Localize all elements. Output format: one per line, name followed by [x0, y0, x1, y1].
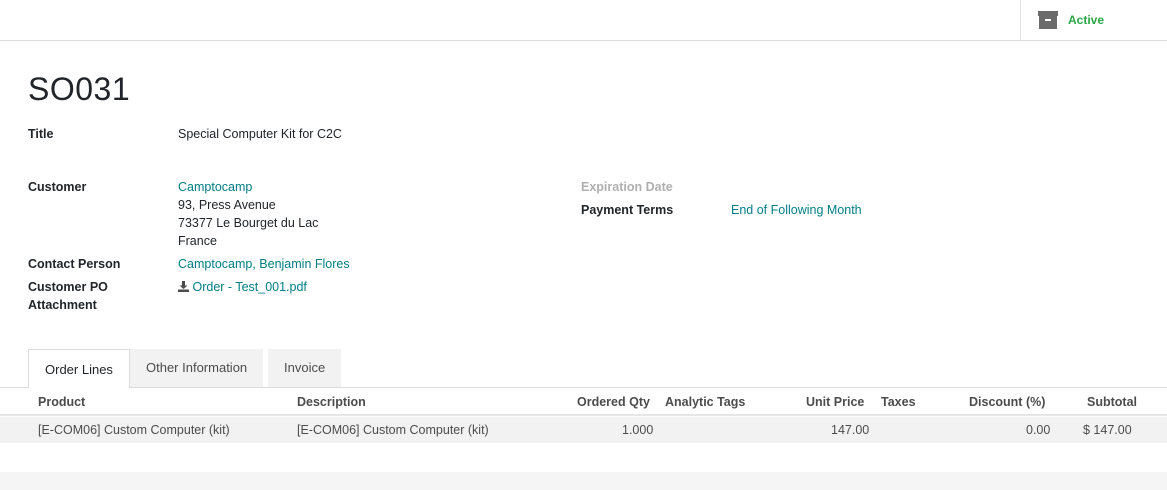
tab-other-information[interactable]: Other Information — [130, 349, 264, 387]
table-footer — [0, 472, 1167, 490]
title-field[interactable]: Special Computer Kit for C2C — [178, 125, 342, 143]
active-toggle-button[interactable]: Active — [1020, 0, 1167, 40]
contact-person-label: Contact Person — [28, 257, 121, 271]
cell-discount: 0.00 — [1026, 423, 1051, 437]
page-title: SO031 — [28, 71, 131, 107]
order-lines-header: Product Description Ordered Qty Analytic… — [0, 389, 1167, 416]
customer-po-label-line-1: Customer PO — [28, 280, 108, 294]
control-panel: Active — [0, 0, 1167, 41]
column-header-product[interactable]: Product — [38, 395, 85, 409]
po-attachment-filename: Order - Test_001.pdf — [192, 280, 307, 294]
payment-terms-label: Payment Terms — [581, 203, 674, 217]
cell-description: [E-COM06] Custom Computer (kit) — [297, 423, 489, 437]
cell-subtotal: $ 147.00 — [1083, 423, 1132, 437]
customer-address-line-3: France — [178, 234, 217, 248]
archive-icon — [1038, 11, 1058, 29]
download-icon — [178, 281, 189, 292]
contact-person-link[interactable]: Camptocamp, Benjamin Flores — [178, 255, 350, 273]
customer-address-line-1: 93, Press Avenue — [178, 198, 276, 212]
customer-label: Customer — [28, 180, 87, 194]
customer-link[interactable]: Camptocamp — [178, 178, 252, 196]
tab-invoice[interactable]: Invoice — [268, 349, 342, 387]
expiration-date-label: Expiration Date — [581, 180, 673, 194]
column-header-taxes[interactable]: Taxes — [881, 395, 916, 409]
column-header-unit-price[interactable]: Unit Price — [806, 395, 864, 409]
cell-product: [E-COM06] Custom Computer (kit) — [38, 423, 230, 437]
notebook-tabs: Order Lines Other Information Invoice — [0, 349, 1167, 389]
customer-address-line-2: 73377 Le Bourget du Lac — [178, 216, 319, 230]
column-header-description[interactable]: Description — [297, 395, 366, 409]
customer-po-label-line-2: Attachment — [28, 298, 97, 312]
column-header-ordered-qty[interactable]: Ordered Qty — [577, 395, 650, 409]
cell-ordered-qty: 1.000 — [622, 423, 654, 437]
column-header-discount[interactable]: Discount (%) — [969, 395, 1045, 409]
cell-unit-price: 147.00 — [831, 423, 870, 437]
tab-order-lines[interactable]: Order Lines — [28, 349, 130, 389]
table-row[interactable]: [E-COM06] Custom Computer (kit) [E-COM06… — [0, 417, 1167, 443]
status-label: Active — [1068, 13, 1105, 27]
column-header-analytic-tags[interactable]: Analytic Tags — [665, 395, 745, 409]
column-header-subtotal[interactable]: Subtotal — [1087, 395, 1137, 409]
po-attachment-link[interactable]: Order - Test_001.pdf — [178, 278, 307, 296]
title-label: Title — [28, 127, 54, 141]
payment-terms-link[interactable]: End of Following Month — [731, 201, 862, 219]
